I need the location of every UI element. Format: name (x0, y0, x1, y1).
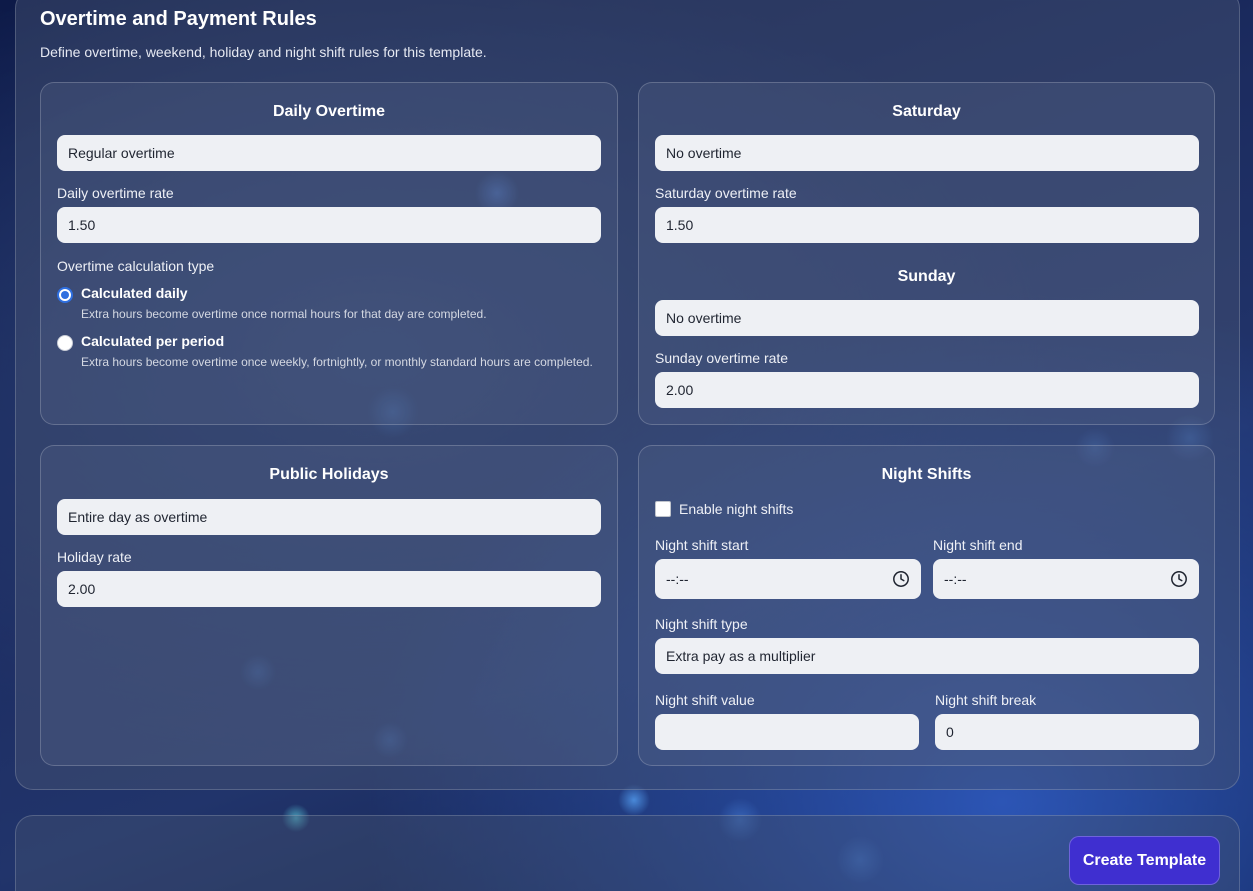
calc-period-option[interactable]: Calculated per period Extra hours become… (57, 333, 593, 369)
daily-overtime-rate-label: Daily overtime rate (57, 185, 174, 201)
calc-daily-description: Extra hours become overtime once normal … (81, 307, 487, 321)
calc-daily-label: Calculated daily (81, 285, 188, 301)
night-shifts-title: Night Shifts (881, 466, 972, 483)
night-shift-start-value: --:-- (666, 571, 689, 587)
calc-daily-option[interactable]: Calculated daily Extra hours become over… (57, 285, 487, 321)
calc-type-label: Overtime calculation type (57, 258, 215, 274)
night-shift-break-input[interactable]: 0 (935, 714, 1199, 750)
holiday-rate-label: Holiday rate (57, 549, 132, 565)
daily-overtime-card: Daily Overtime Regular overtime Daily ov… (40, 82, 618, 425)
create-template-button[interactable]: Create Template (1069, 836, 1220, 885)
night-shift-start-input[interactable]: --:-- (655, 559, 921, 599)
saturday-rate-label: Saturday overtime rate (655, 185, 797, 201)
night-shift-type-label: Night shift type (655, 616, 748, 632)
public-holidays-title: Public Holidays (269, 466, 389, 483)
calc-period-radio[interactable] (57, 335, 73, 351)
calc-period-label: Calculated per period (81, 333, 225, 349)
night-shifts-card: Night Shifts Enable night shifts Night s… (638, 445, 1215, 766)
night-shift-end-label: Night shift end (933, 537, 1023, 553)
daily-overtime-title: Daily Overtime (272, 103, 386, 120)
enable-night-shifts-label[interactable]: Enable night shifts (679, 501, 793, 517)
night-shift-end-input[interactable]: --:-- (933, 559, 1199, 599)
sunday-rate-input[interactable]: 2.00 (655, 372, 1199, 408)
saturday-mode-select[interactable]: No overtime (655, 135, 1199, 171)
enable-night-shifts-checkbox[interactable] (655, 501, 671, 517)
section-description: Define overtime, weekend, holiday and ni… (40, 44, 487, 60)
saturday-title: Saturday (892, 103, 961, 120)
clock-icon[interactable] (892, 570, 910, 588)
footer-bar: Create Template (15, 815, 1240, 891)
sunday-rate-label: Sunday overtime rate (655, 350, 789, 366)
sunday-mode-select[interactable]: No overtime (655, 300, 1199, 336)
night-shift-value-label: Night shift value (655, 692, 755, 708)
night-shift-start-label: Night shift start (655, 537, 749, 553)
weekend-card: Saturday No overtime Saturday overtime r… (638, 82, 1215, 425)
night-shift-end-value: --:-- (944, 571, 967, 587)
calc-daily-radio[interactable] (57, 287, 73, 303)
calc-period-description: Extra hours become overtime once weekly,… (81, 355, 593, 369)
daily-overtime-mode-select[interactable]: Regular overtime (57, 135, 601, 171)
night-shift-break-label: Night shift break (935, 692, 1037, 708)
daily-overtime-rate-input[interactable]: 1.50 (57, 207, 601, 243)
public-holidays-card: Public Holidays Entire day as overtime H… (40, 445, 618, 766)
holiday-mode-select[interactable]: Entire day as overtime (57, 499, 601, 535)
section-title: Overtime and Payment Rules (40, 8, 317, 30)
night-shift-type-select[interactable]: Extra pay as a multiplier (655, 638, 1199, 674)
holiday-rate-input[interactable]: 2.00 (57, 571, 601, 607)
saturday-rate-input[interactable]: 1.50 (655, 207, 1199, 243)
sunday-title: Sunday (897, 268, 956, 285)
night-shift-value-input[interactable] (655, 714, 919, 750)
clock-icon[interactable] (1170, 570, 1188, 588)
